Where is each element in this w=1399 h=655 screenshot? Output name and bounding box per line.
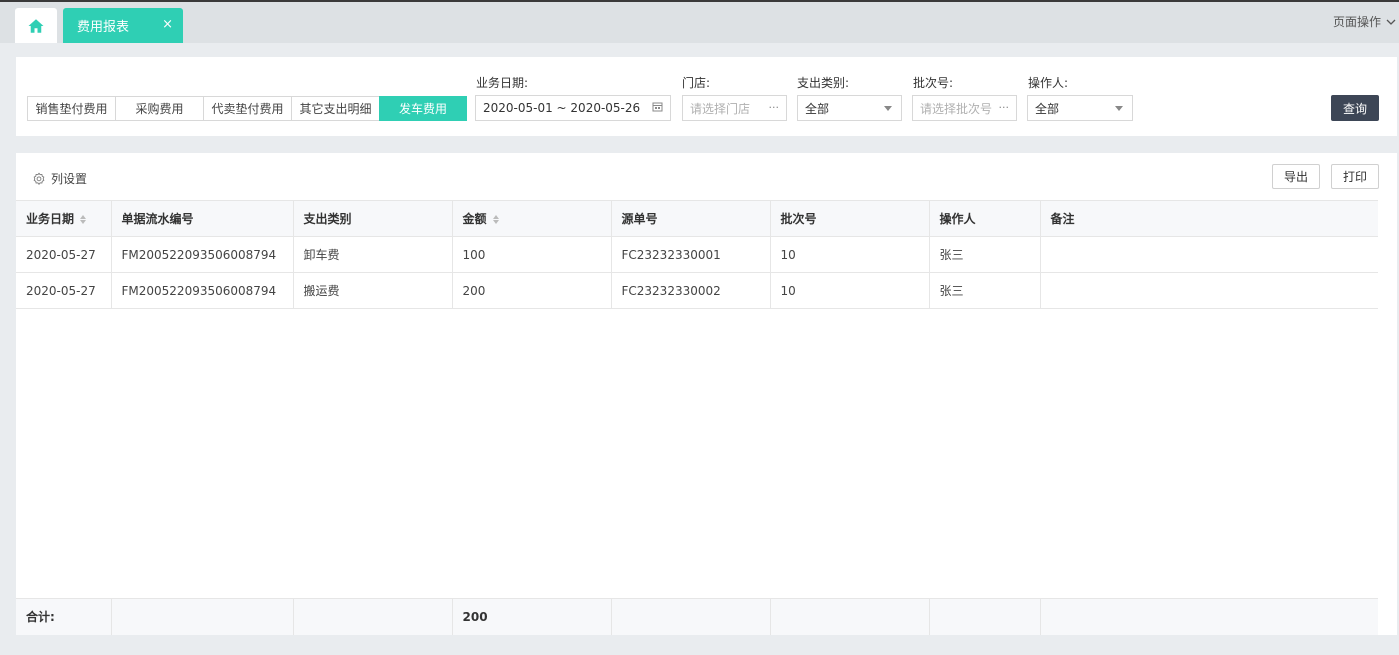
total-empty [111,598,294,635]
table-header-row: 业务日期 单据流水编号 支出类别 金额 源单号 批次号 操作人 备注 [16,200,1378,237]
query-button[interactable]: 查询 [1331,95,1379,121]
total-empty [611,598,771,635]
date-range-input[interactable]: 2020-05-01 ~ 2020-05-26 [475,95,671,121]
batch-label: 批次号: [913,76,954,90]
page-operations-label: 页面操作 [1332,15,1381,29]
sort-icon[interactable] [492,215,499,224]
cell-operator: 张三 [929,272,1041,309]
total-amount: 200 [452,598,612,635]
cell-expense-type: 搬运费 [293,272,453,309]
col-header-date-label: 业务日期 [26,212,75,226]
total-row: 合计: 200 [16,598,1378,635]
cell-serial: FM200522093506008794 [111,236,294,273]
chevron-down-icon [1386,19,1396,25]
column-settings-button[interactable]: 列设置 [32,170,87,187]
table-panel: 列设置 导出 打印 业务日期 单据流水编号 支出类别 金额 源单号 批次号 操作… [16,153,1397,635]
filter-panel: 销售垫付费用 采购费用 代卖垫付费用 其它支出明细 发车费用 业务日期: 202… [16,57,1397,136]
column-settings-label: 列设置 [51,172,88,186]
col-header-operator: 操作人 [929,200,1041,237]
expense-type-tabs: 销售垫付费用 采购费用 代卖垫付费用 其它支出明细 发车费用 [27,96,467,121]
col-header-remark: 备注 [1040,200,1378,237]
more-icon: ··· [998,101,1010,114]
tab-expense-report[interactable]: 费用报表 × [63,8,183,43]
caret-down-icon [1115,106,1123,111]
type-btn-dispatch[interactable]: 发车费用 [379,96,467,121]
print-button[interactable]: 打印 [1331,164,1379,189]
export-button[interactable]: 导出 [1272,164,1320,189]
operator-value: 全部 [1035,101,1060,116]
table-row[interactable]: 2020-05-27 FM200522093506008794 卸车费 100 … [16,236,1378,273]
expense-type-select[interactable]: 全部 [797,95,902,121]
batch-select[interactable]: 请选择批次号 ··· [912,95,1017,121]
col-header-amount-label: 金额 [462,212,487,226]
total-empty [293,598,453,635]
store-select[interactable]: 请选择门店 ··· [682,95,787,121]
total-empty [1040,598,1378,635]
cell-amount: 200 [452,272,612,309]
col-header-batch: 批次号 [770,200,930,237]
type-btn-purchase[interactable]: 采购费用 [115,96,204,121]
expense-type-value: 全部 [805,101,830,116]
batch-placeholder: 请选择批次号 [920,101,993,116]
cell-remark [1040,236,1378,273]
store-label: 门店: [682,76,711,90]
table-row[interactable]: 2020-05-27 FM200522093506008794 搬运费 200 … [16,272,1378,309]
cell-date: 2020-05-27 [16,272,112,309]
caret-down-icon [884,106,892,111]
cell-source-no: FC23232330001 [611,236,771,273]
cell-remark [1040,272,1378,309]
total-empty [929,598,1041,635]
more-icon: ··· [768,101,780,114]
close-icon[interactable]: × [162,17,173,32]
col-header-serial: 单据流水编号 [111,200,294,237]
page-operations-menu[interactable]: 页面操作 [1333,13,1397,30]
gear-icon [33,172,45,185]
total-empty [770,598,930,635]
tab-bar: 费用报表 × 页面操作 [0,2,1399,43]
store-placeholder: 请选择门店 [690,101,751,116]
total-label: 合计: [16,598,112,635]
expense-table: 业务日期 单据流水编号 支出类别 金额 源单号 批次号 操作人 备注 2020-… [16,200,1378,309]
type-btn-other-expense[interactable]: 其它支出明细 [291,96,380,121]
col-header-expense-type: 支出类别 [293,200,453,237]
cell-operator: 张三 [929,236,1041,273]
cell-source-no: FC23232330002 [611,272,771,309]
cell-date: 2020-05-27 [16,236,112,273]
date-range-value: 2020-05-01 ~ 2020-05-26 [483,101,641,115]
tab-expense-report-label: 费用报表 [77,20,130,35]
cell-expense-type: 卸车费 [293,236,453,273]
cell-batch: 10 [770,236,930,273]
cell-amount: 100 [452,236,612,273]
sort-icon[interactable] [80,215,87,224]
col-header-amount[interactable]: 金额 [452,200,612,237]
col-header-source-no: 源单号 [611,200,771,237]
operator-select[interactable]: 全部 [1027,95,1133,121]
cell-serial: FM200522093506008794 [111,272,294,309]
type-btn-sales-advance[interactable]: 销售垫付费用 [27,96,116,121]
table-footer: 合计: 200 [16,598,1378,635]
cell-batch: 10 [770,272,930,309]
tab-home[interactable] [15,8,57,43]
calendar-icon [652,101,663,115]
col-header-date[interactable]: 业务日期 [16,200,112,237]
date-label: 业务日期: [476,76,529,90]
home-icon [28,18,44,33]
type-btn-consignment-advance[interactable]: 代卖垫付费用 [203,96,292,121]
expense-type-label: 支出类别: [797,76,850,90]
operator-label: 操作人: [1028,76,1069,90]
